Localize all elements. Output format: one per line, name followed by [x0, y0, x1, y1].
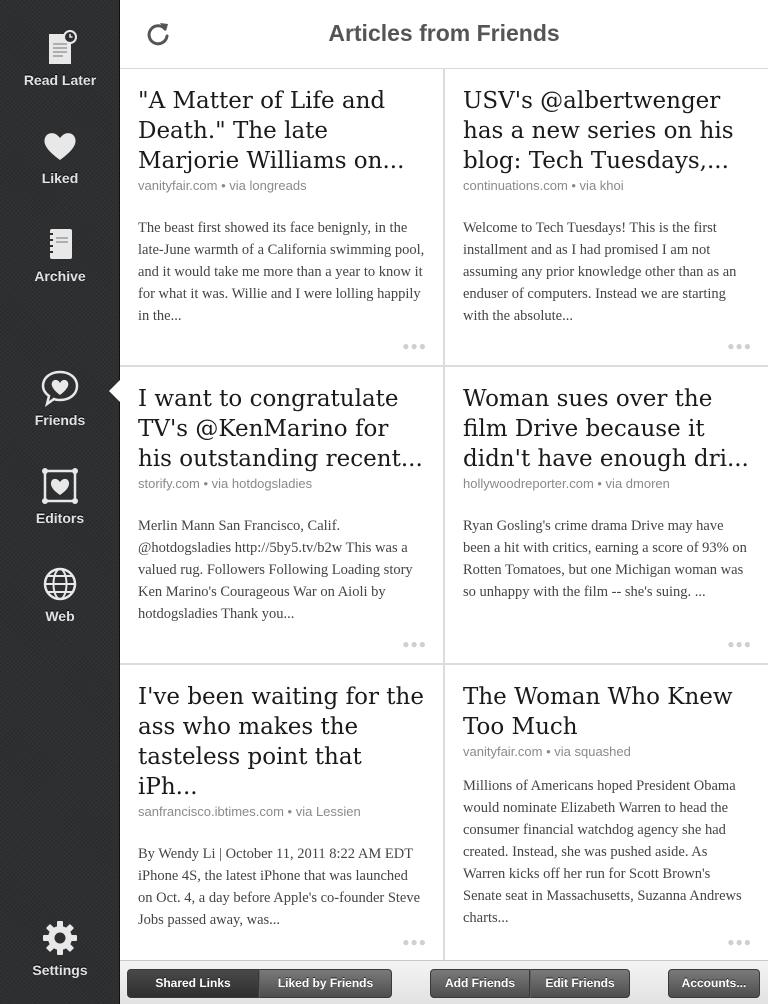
- article-title: I've been waiting for the ass who makes …: [138, 684, 424, 800]
- sidebar-item-label: Read Later: [23, 72, 97, 88]
- article-excerpt-byline: By Wendy Li | October 11, 2011 8:22 AM E…: [138, 846, 414, 862]
- article-card[interactable]: USV's @albertwenger has a new series on …: [445, 69, 768, 365]
- sidebar-item-label: Settings: [32, 962, 88, 978]
- gear-icon: [43, 921, 77, 955]
- sidebar-item-archive[interactable]: Archive: [0, 224, 120, 284]
- article-excerpt: Ryan Gosling's crime drama Drive may hav…: [463, 518, 747, 600]
- sidebar: Read Later Liked Archive Friends Editors: [0, 0, 120, 1004]
- article-card[interactable]: Woman sues over the film Drive because i…: [445, 367, 768, 663]
- article-excerpt: Welcome to Tech Tuesdays! This is the fi…: [463, 220, 737, 324]
- sidebar-item-label: Web: [45, 608, 75, 624]
- heart-icon: [44, 133, 76, 160]
- article-excerpt: Millions of Americans hoped President Ob…: [463, 778, 742, 926]
- article-title: "A Matter of Life and Death." The late M…: [138, 88, 405, 174]
- sidebar-item-editors[interactable]: Editors: [0, 466, 120, 526]
- more-options-icon[interactable]: ●●●: [402, 935, 427, 949]
- active-item-pointer: [109, 380, 120, 402]
- article-excerpt: Merlin Mann San Francisco, Calif. @hotdo…: [138, 518, 413, 622]
- edit-friends-button[interactable]: Edit Friends: [530, 969, 630, 998]
- article-excerpt: The beast first showed its face benignly…: [138, 220, 425, 324]
- article-source: vanityfair.com • via squashed: [463, 744, 631, 759]
- sidebar-item-label: Liked: [41, 170, 79, 186]
- sidebar-item-label: Friends: [34, 412, 86, 428]
- sidebar-item-label: Archive: [34, 268, 86, 284]
- article-excerpt: iPhone 4S, the latest iPhone that was la…: [138, 868, 421, 928]
- archive-notebook-icon: [48, 229, 72, 259]
- read-later-icon: [49, 30, 77, 64]
- friends-speech-heart-icon: [41, 370, 79, 407]
- article-card[interactable]: I've been waiting for the ass who makes …: [120, 665, 443, 961]
- liked-by-friends-tab[interactable]: Liked by Friends: [259, 969, 392, 998]
- sidebar-item-liked[interactable]: Liked: [0, 126, 120, 186]
- sidebar-item-friends[interactable]: Friends: [0, 368, 120, 428]
- page-title: Articles from Friends: [328, 20, 560, 46]
- sidebar-item-read-later[interactable]: Read Later: [0, 28, 120, 88]
- article-title: I want to congratulate TV's @KenMarino f…: [138, 386, 423, 472]
- sidebar-item-label: Editors: [35, 510, 85, 526]
- more-options-icon[interactable]: ●●●: [727, 637, 752, 651]
- add-friends-button[interactable]: Add Friends: [430, 969, 530, 998]
- article-title: USV's @albertwenger has a new series on …: [463, 88, 734, 174]
- article-card[interactable]: I want to congratulate TV's @KenMarino f…: [120, 367, 443, 663]
- article-source: continuations.com • via khoi: [463, 178, 624, 193]
- sidebar-item-settings[interactable]: Settings: [0, 918, 120, 978]
- more-options-icon[interactable]: ●●●: [402, 637, 427, 651]
- more-options-icon[interactable]: ●●●: [727, 935, 752, 949]
- sidebar-item-web[interactable]: Web: [0, 564, 120, 624]
- article-title: The Woman Who Knew Too Much: [463, 684, 733, 740]
- article-source: vanityfair.com • via longreads: [138, 178, 307, 193]
- accounts-button[interactable]: Accounts...: [668, 969, 760, 998]
- more-options-icon[interactable]: ●●●: [402, 339, 427, 353]
- shared-links-tab[interactable]: Shared Links: [127, 969, 259, 998]
- article-card[interactable]: The Woman Who Knew Too Much vanityfair.c…: [445, 665, 768, 961]
- article-source: storify.com • via hotdogsladies: [138, 476, 313, 491]
- editors-frame-heart-icon: [42, 468, 78, 504]
- article-card[interactable]: "A Matter of Life and Death." The late M…: [120, 69, 443, 365]
- globe-icon: [43, 567, 77, 601]
- article-source: hollywoodreporter.com • via dmoren: [463, 476, 670, 491]
- bottom-toolbar: Shared Links Liked by Friends Add Friend…: [120, 960, 768, 1004]
- header: Articles from Friends: [120, 0, 768, 69]
- article-source: sanfrancisco.ibtimes.com • via Lessien: [138, 804, 361, 819]
- more-options-icon[interactable]: ●●●: [727, 339, 752, 353]
- article-title: Woman sues over the film Drive because i…: [463, 386, 749, 472]
- article-grid: "A Matter of Life and Death." The late M…: [120, 69, 768, 961]
